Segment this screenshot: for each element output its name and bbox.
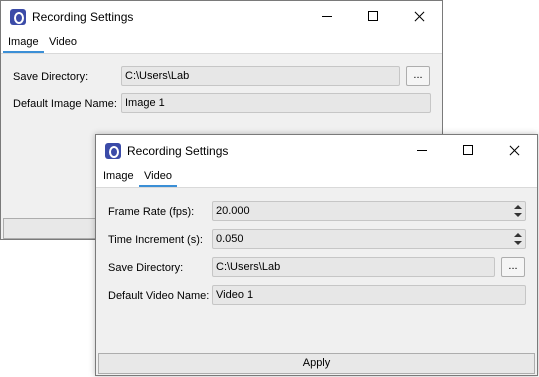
spin-up-icon[interactable] bbox=[514, 205, 522, 209]
default-video-name-label: Default Video Name: bbox=[108, 290, 210, 302]
title-bar[interactable]: Recording Settings bbox=[1, 1, 442, 32]
maximize-icon[interactable] bbox=[350, 1, 396, 32]
default-video-name-field[interactable]: Video 1 bbox=[212, 285, 526, 305]
minimize-icon[interactable] bbox=[304, 1, 350, 32]
apply-button[interactable]: Apply bbox=[98, 353, 535, 374]
save-directory-label: Save Directory: bbox=[13, 71, 89, 83]
tab-image[interactable]: Image bbox=[98, 166, 139, 186]
close-icon[interactable] bbox=[396, 1, 442, 32]
spin-buttons[interactable] bbox=[511, 202, 525, 220]
tab-video[interactable]: Video bbox=[44, 32, 82, 52]
app-logo-icon bbox=[105, 143, 121, 159]
frame-rate-label: Frame Rate (fps): bbox=[108, 206, 195, 218]
window-title: Recording Settings bbox=[32, 10, 134, 24]
browse-button[interactable]: ... bbox=[501, 257, 525, 277]
browse-button[interactable]: ... bbox=[406, 66, 430, 86]
save-directory-field[interactable]: C:\Users\Lab bbox=[212, 257, 495, 277]
spin-down-icon[interactable] bbox=[514, 213, 522, 217]
minimize-icon[interactable] bbox=[399, 135, 445, 166]
frame-rate-value: 20.000 bbox=[216, 205, 250, 217]
spin-down-icon[interactable] bbox=[514, 241, 522, 245]
spin-up-icon[interactable] bbox=[514, 233, 522, 237]
default-image-name-field[interactable]: Image 1 bbox=[121, 93, 431, 113]
maximize-icon[interactable] bbox=[445, 135, 491, 166]
app-logo-icon bbox=[10, 9, 26, 25]
spin-buttons[interactable] bbox=[511, 230, 525, 248]
default-image-name-label: Default Image Name: bbox=[13, 98, 117, 110]
tab-video[interactable]: Video bbox=[139, 166, 177, 187]
video-tab-panel: Frame Rate (fps): 20.000 Time Increment … bbox=[96, 188, 537, 375]
tab-bar: Image Video bbox=[96, 166, 537, 188]
time-increment-value: 0.050 bbox=[216, 233, 244, 245]
tab-image[interactable]: Image bbox=[3, 32, 44, 53]
tab-bar: Image Video bbox=[1, 32, 442, 54]
title-bar[interactable]: Recording Settings bbox=[96, 135, 537, 166]
close-icon[interactable] bbox=[491, 135, 537, 166]
save-directory-field[interactable]: C:\Users\Lab bbox=[121, 66, 400, 86]
time-increment-label: Time Increment (s): bbox=[108, 234, 203, 246]
save-directory-label: Save Directory: bbox=[108, 262, 184, 274]
time-increment-spinbox[interactable]: 0.050 bbox=[212, 229, 526, 249]
frame-rate-spinbox[interactable]: 20.000 bbox=[212, 201, 526, 221]
window-title: Recording Settings bbox=[127, 144, 229, 158]
recording-settings-window-front: Recording Settings Image Video Frame Rat… bbox=[95, 134, 538, 376]
